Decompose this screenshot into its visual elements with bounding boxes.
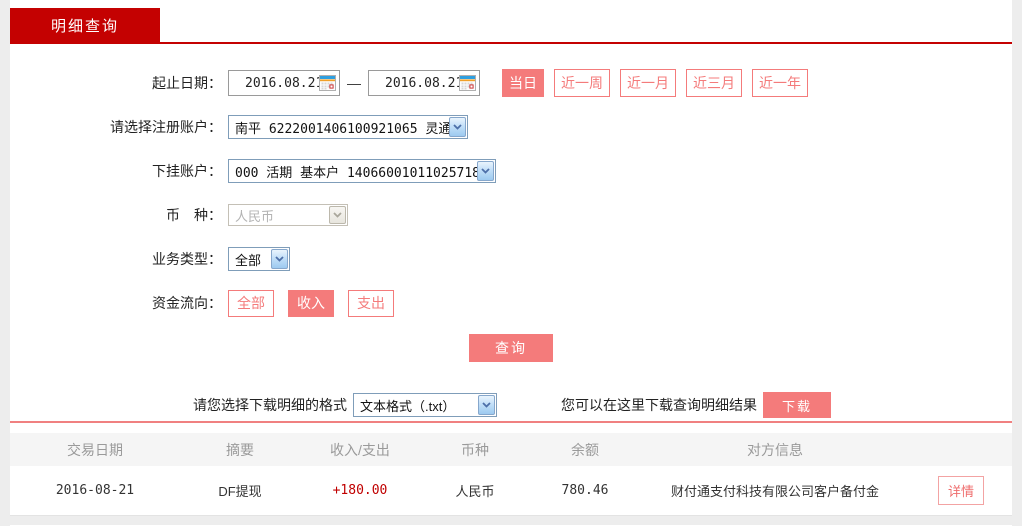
currency-value: 人民币 xyxy=(229,206,329,225)
download-button[interactable]: 下载 xyxy=(763,392,831,418)
quick-range-buttons: 当日 近一周 近一月 近三月 近一年 xyxy=(502,69,808,97)
register-account-select[interactable]: 南平 6222001406100921065 灵通卡 xyxy=(228,115,468,139)
sub-account-row: 下挂账户： 000 活期 基本户 1406600101102571848 xyxy=(10,149,1012,193)
header-income-expense: 收入/支出 xyxy=(300,440,420,460)
cell-counterparty: 财付通支付科技有限公司客户备付金 xyxy=(640,481,910,500)
detail-button[interactable]: 详情 xyxy=(938,476,984,505)
bottom-band xyxy=(10,516,1012,525)
start-date-value: 2016.08.21 xyxy=(229,76,323,91)
business-type-label: 业务类型： xyxy=(10,249,222,269)
range-button-last-year[interactable]: 近一年 xyxy=(752,69,808,97)
cell-amount: +180.00 xyxy=(300,483,420,498)
range-button-today[interactable]: 当日 xyxy=(502,69,544,97)
table-row: 2016-08-21 DF提现 +180.00 人民币 780.46 财付通支付… xyxy=(10,466,1012,516)
download-format-label: 请您选择下载明细的格式 xyxy=(193,395,347,415)
range-button-last-month[interactable]: 近一月 xyxy=(620,69,676,97)
date-range-label: 起止日期： xyxy=(10,73,222,93)
fund-flow-row: 资金流向： 全部 收入 支出 xyxy=(10,281,1012,325)
chevron-down-icon xyxy=(329,206,346,224)
currency-row: 币 种： 人民币 xyxy=(10,193,1012,237)
register-account-value: 南平 6222001406100921065 灵通卡 xyxy=(229,118,449,137)
download-hint-text: 您可以在这里下载查询明细结果 xyxy=(561,395,757,415)
fund-flow-buttons: 全部 收入 支出 xyxy=(228,290,394,317)
cell-currency: 人民币 xyxy=(420,481,530,500)
content-panel: 明细查询 起止日期： 2016.08.21 xyxy=(10,0,1012,526)
download-format-select[interactable]: 文本格式（.txt） xyxy=(353,393,497,417)
fund-flow-label: 资金流向： xyxy=(10,293,222,313)
start-date-input[interactable]: 2016.08.21 xyxy=(228,70,340,96)
header-summary: 摘要 xyxy=(180,440,300,460)
calendar-icon[interactable] xyxy=(459,75,476,91)
cell-transaction-date: 2016-08-21 xyxy=(10,483,180,498)
table-gap xyxy=(10,423,1012,433)
tab-detail-query[interactable]: 明细查询 xyxy=(10,8,160,42)
date-range-row: 起止日期： 2016.08.21 xyxy=(10,61,1012,105)
cell-balance: 780.46 xyxy=(530,483,640,498)
fund-flow-expense-button[interactable]: 支出 xyxy=(348,290,394,317)
header-balance: 余额 xyxy=(530,440,640,460)
chevron-down-icon xyxy=(478,395,495,415)
date-range-separator: — xyxy=(340,75,368,91)
end-date-value: 2016.08.21 xyxy=(369,76,463,91)
header-counterparty: 对方信息 xyxy=(640,440,910,460)
chevron-down-icon xyxy=(449,117,466,137)
cell-summary: DF提现 xyxy=(180,481,300,500)
currency-label: 币 种： xyxy=(10,205,222,225)
calendar-icon[interactable] xyxy=(319,75,336,91)
download-row: 请您选择下载明细的格式 文本格式（.txt） 您可以在这里下载查询明细结果 下载 xyxy=(10,392,1012,418)
download-format-value: 文本格式（.txt） xyxy=(354,396,478,415)
business-type-value: 全部 xyxy=(229,250,271,269)
table-header-row: 交易日期 摘要 收入/支出 币种 余额 对方信息 xyxy=(10,433,1012,466)
tab-bar: 明细查询 xyxy=(10,0,1012,44)
query-button[interactable]: 查询 xyxy=(469,334,553,362)
business-type-row: 业务类型： 全部 xyxy=(10,237,1012,281)
query-button-row: 查询 xyxy=(10,325,1012,371)
chevron-down-icon xyxy=(271,249,288,269)
business-type-select[interactable]: 全部 xyxy=(228,247,290,271)
header-currency: 币种 xyxy=(420,440,530,460)
sub-account-select[interactable]: 000 活期 基本户 1406600101102571848 xyxy=(228,159,496,183)
fund-flow-all-button[interactable]: 全部 xyxy=(228,290,274,317)
query-form: 起止日期： 2016.08.21 xyxy=(10,44,1012,371)
sub-account-value: 000 活期 基本户 1406600101102571848 xyxy=(229,162,477,181)
header-transaction-date: 交易日期 xyxy=(10,440,180,460)
register-account-label: 请选择注册账户： xyxy=(10,117,222,137)
chevron-down-icon xyxy=(477,161,494,181)
range-button-last-week[interactable]: 近一周 xyxy=(554,69,610,97)
currency-select: 人民币 xyxy=(228,204,348,226)
fund-flow-income-button[interactable]: 收入 xyxy=(288,290,334,317)
range-button-last-3-months[interactable]: 近三月 xyxy=(686,69,742,97)
end-date-input[interactable]: 2016.08.21 xyxy=(368,70,480,96)
sub-account-label: 下挂账户： xyxy=(10,161,222,181)
register-account-row: 请选择注册账户： 南平 6222001406100921065 灵通卡 xyxy=(10,105,1012,149)
